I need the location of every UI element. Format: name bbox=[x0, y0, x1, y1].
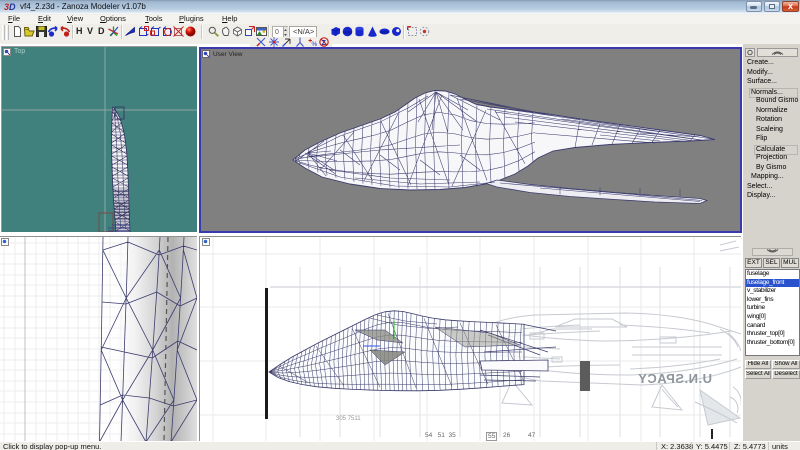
svg-text:%: % bbox=[312, 41, 318, 47]
svg-text:Z: Z bbox=[322, 40, 327, 47]
svg-text:U.N.SPACY: U.N.SPACY bbox=[638, 371, 712, 386]
